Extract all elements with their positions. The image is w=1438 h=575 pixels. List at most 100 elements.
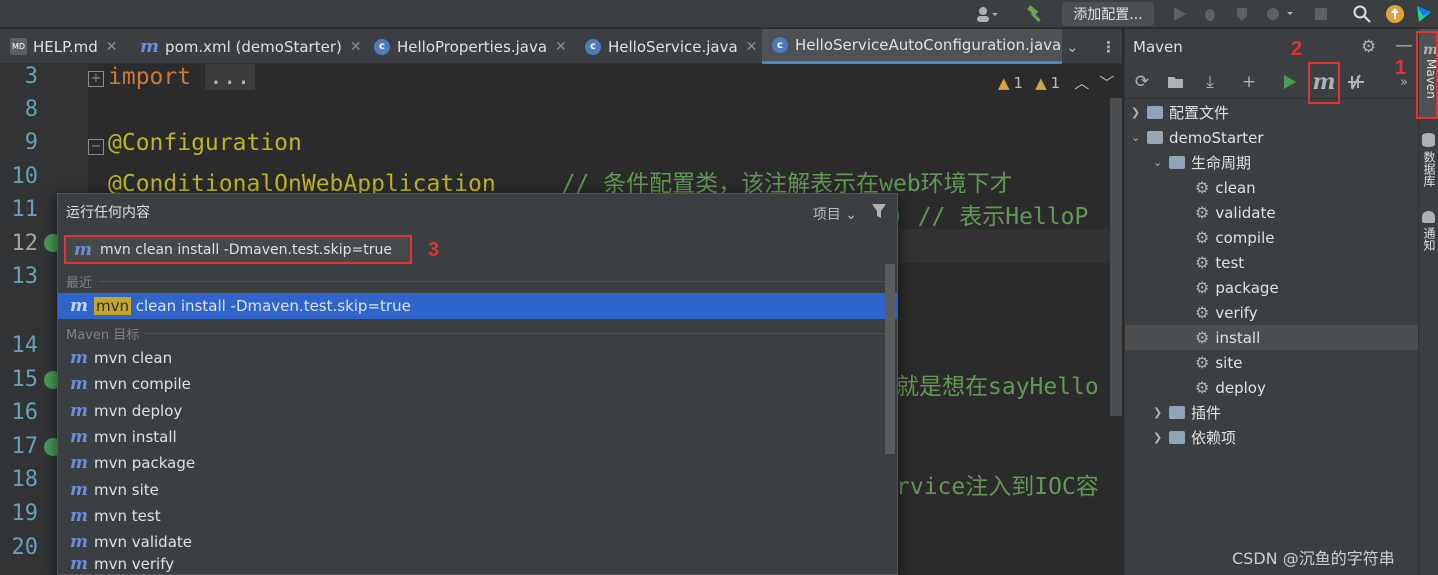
tree-node-project[interactable]: ⌄ demoStarter bbox=[1131, 125, 1264, 150]
recent-item[interactable]: m mvn clean install -Dmaven.test.skip=tr… bbox=[58, 293, 897, 319]
gear-icon[interactable]: ⚙ bbox=[1361, 37, 1376, 57]
add-icon[interactable]: + bbox=[1236, 69, 1262, 95]
chevron-right-icon: ❯ bbox=[1153, 406, 1163, 419]
toggle-skip-tests-icon[interactable] bbox=[1343, 69, 1369, 95]
run-anything-input[interactable]: m mvn clean install -Dmaven.test.skip=tr… bbox=[64, 235, 412, 264]
maven-m-icon: m bbox=[70, 532, 88, 552]
lifecycle-phase[interactable]: ⚙ clean bbox=[1195, 175, 1256, 200]
line-number: 14 bbox=[11, 333, 39, 358]
gear-icon: ⚙ bbox=[1195, 328, 1210, 347]
code-line-15-comment: 就是想在sayHello bbox=[896, 374, 1099, 400]
coverage-icon[interactable] bbox=[1230, 0, 1254, 28]
strip-tab-notifications[interactable]: 通知 bbox=[1420, 227, 1438, 251]
popup-scrollbar[interactable] bbox=[885, 264, 895, 454]
line-number: 13 bbox=[11, 264, 39, 289]
line-number: 10 bbox=[11, 164, 39, 189]
tab-pom-xml[interactable]: m pom.xml (demoStarter) ✕ bbox=[140, 29, 362, 64]
gear-icon: ⚙ bbox=[1195, 303, 1210, 322]
previous-highlight-icon[interactable]: ︿ bbox=[1074, 72, 1089, 93]
line-number: 17 bbox=[11, 434, 39, 459]
inspection-widget[interactable]: ▲ 1 ▲ 1 ︿ ﹀ bbox=[998, 72, 1114, 93]
maven-goal-item[interactable]: m mvn site bbox=[58, 477, 888, 503]
close-icon[interactable]: ✕ bbox=[106, 39, 118, 55]
tabs-dropdown-chevron-icon[interactable]: ⌄ bbox=[1066, 29, 1079, 64]
lifecycle-phase-selected[interactable]: ⚙ install bbox=[1195, 325, 1260, 350]
search-icon[interactable] bbox=[1350, 0, 1374, 28]
chevron-down-icon: ⌄ bbox=[845, 207, 857, 223]
annotation-box-2 bbox=[1308, 62, 1340, 104]
fold-collapse-icon[interactable]: − bbox=[88, 139, 104, 155]
gear-icon: ⚙ bbox=[1195, 353, 1210, 372]
close-icon[interactable]: ✕ bbox=[350, 39, 362, 55]
maven-project-icon bbox=[1147, 131, 1163, 144]
editor-scrollbar[interactable] bbox=[1110, 98, 1122, 416]
line-number: 16 bbox=[11, 400, 39, 425]
watermark: CSDN @沉鱼的字符串 bbox=[1232, 549, 1395, 568]
debug-icon[interactable] bbox=[1198, 0, 1222, 28]
code-line-3: import ... bbox=[108, 64, 255, 90]
minimize-icon[interactable]: — bbox=[1395, 35, 1413, 56]
annotation-number-1: 1 bbox=[1395, 57, 1407, 79]
scope-dropdown[interactable]: 项目 ⌄ bbox=[813, 204, 857, 224]
update-icon[interactable] bbox=[1383, 0, 1407, 28]
maven-m-icon: m bbox=[70, 374, 88, 394]
next-highlight-icon[interactable]: ﹀ bbox=[1099, 72, 1114, 93]
tab-help-md[interactable]: MD HELP.md ✕ bbox=[10, 29, 117, 64]
strip-tab-database[interactable]: 数据库 bbox=[1420, 151, 1438, 187]
run-icon[interactable] bbox=[1168, 0, 1192, 28]
lifecycle-phase[interactable]: ⚙ verify bbox=[1195, 300, 1258, 325]
run-icon[interactable] bbox=[1277, 69, 1303, 95]
download-icon[interactable]: ⤓ bbox=[1197, 69, 1223, 95]
fold-expand-icon[interactable]: + bbox=[88, 71, 104, 87]
tab-hello-service-auto-configuration[interactable]: c HelloServiceAutoConfiguration.java bbox=[762, 29, 1062, 64]
line-number: 12 bbox=[11, 231, 39, 256]
tree-node-lifecycle[interactable]: ⌄ 生命周期 bbox=[1153, 150, 1251, 175]
tree-node-profiles[interactable]: ❯ 配置文件 bbox=[1131, 100, 1229, 125]
tab-hello-service[interactable]: c HelloService.java ✕ bbox=[585, 29, 757, 64]
tree-node-plugins[interactable]: ❯ 插件 bbox=[1153, 400, 1221, 425]
maven-goal-item[interactable]: m mvn clean bbox=[58, 345, 888, 371]
folded-region[interactable]: ... bbox=[204, 64, 255, 90]
user-icon[interactable] bbox=[970, 0, 1004, 28]
lifecycle-phase[interactable]: ⚙ test bbox=[1195, 250, 1244, 275]
build-hammer-icon[interactable] bbox=[1022, 0, 1048, 28]
maven-goal-item[interactable]: m mvn install bbox=[58, 424, 888, 450]
lifecycle-phase[interactable]: ⚙ package bbox=[1195, 275, 1279, 300]
close-icon[interactable]: ✕ bbox=[555, 39, 567, 55]
maven-m-icon: m bbox=[70, 480, 88, 500]
maven-goal-item[interactable]: m mvn test bbox=[58, 503, 888, 529]
code-line-11-comment: ) // 表示HelloP bbox=[890, 204, 1089, 230]
maven-m-icon: m bbox=[70, 506, 88, 526]
class-icon: c bbox=[585, 38, 601, 55]
more-options-icon[interactable]: ⋮ bbox=[1101, 29, 1116, 64]
md-file-icon: MD bbox=[10, 38, 27, 55]
lifecycle-phase[interactable]: ⚙ validate bbox=[1195, 200, 1276, 225]
lifecycle-phase[interactable]: ⚙ compile bbox=[1195, 225, 1274, 250]
filter-icon[interactable] bbox=[871, 203, 887, 223]
maven-goal-item[interactable]: m mvn verify bbox=[58, 554, 888, 574]
gear-icon: ⚙ bbox=[1195, 253, 1210, 272]
maven-m-icon: m bbox=[70, 427, 88, 447]
reload-folder-icon[interactable] bbox=[1163, 69, 1189, 95]
tree-node-dependencies[interactable]: ❯ 依赖项 bbox=[1153, 425, 1236, 450]
add-configuration-button[interactable]: 添加配置... bbox=[1062, 2, 1154, 26]
stop-icon[interactable] bbox=[1310, 0, 1332, 28]
profiler-icon[interactable] bbox=[1262, 0, 1298, 28]
run-anything-popup: 运行任何内容 项目 ⌄ m mvn clean install -Dmaven.… bbox=[57, 193, 898, 575]
lifecycle-phase[interactable]: ⚙ site bbox=[1195, 350, 1242, 375]
selected-row-highlight bbox=[1125, 325, 1419, 350]
gear-icon: ⚙ bbox=[1195, 203, 1210, 222]
maven-goal-item[interactable]: m mvn compile bbox=[58, 371, 888, 397]
code-line-18-comment: rvice注入到IOC容 bbox=[896, 474, 1099, 500]
tab-hello-properties[interactable]: c HelloProperties.java ✕ bbox=[374, 29, 567, 64]
lifecycle-phase[interactable]: ⚙ deploy bbox=[1195, 375, 1266, 400]
maven-goal-item[interactable]: m mvn deploy bbox=[58, 398, 888, 424]
section-recent: 最近 bbox=[66, 276, 93, 291]
maven-m-icon: m bbox=[70, 348, 88, 368]
section-maven-goals: Maven 目标 bbox=[66, 328, 140, 343]
maven-goal-item[interactable]: m mvn validate bbox=[58, 529, 888, 555]
line-number: 8 bbox=[24, 97, 38, 122]
maven-goal-item[interactable]: m mvn package bbox=[58, 450, 888, 476]
reload-icon[interactable]: ⟳ bbox=[1129, 69, 1155, 95]
close-icon[interactable]: ✕ bbox=[746, 39, 758, 55]
